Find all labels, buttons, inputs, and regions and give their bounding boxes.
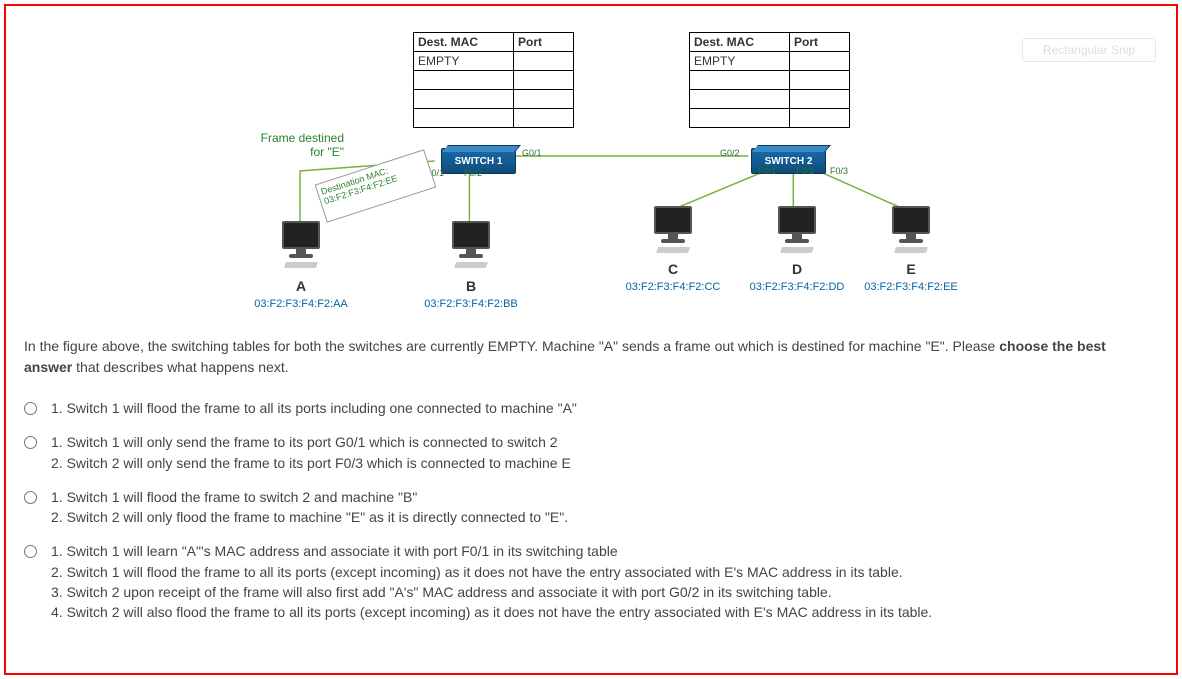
annotation-frame-dest: Frame destined for "E" (254, 131, 344, 159)
host-c-mac: 03:F2:F3:F4:F2:CC (613, 281, 733, 293)
port-s2-f02: F0/2 (796, 166, 814, 176)
th-port: Port (790, 33, 850, 52)
mac-table-switch2: Dest. MACPort EMPTY (689, 32, 850, 128)
host-e-label: E (886, 261, 936, 277)
connection-lines (6, 6, 1176, 326)
frame-callout: Destination MAC: 03:F2:F3:F4:F2:EE (315, 149, 437, 223)
option-4[interactable]: 1. Switch 1 will learn "A"'s MAC address… (24, 534, 1166, 629)
host-a (278, 221, 324, 271)
option-3[interactable]: 1. Switch 1 will flood the frame to swit… (24, 480, 1166, 535)
cell-empty: EMPTY (690, 52, 790, 71)
th-port: Port (514, 33, 574, 52)
answer-options: 1. Switch 1 will flood the frame to all … (6, 386, 1176, 635)
host-b-mac: 03:F2:F3:F4:F2:BB (411, 298, 531, 310)
mac-table-switch1: Dest. MACPort EMPTY (413, 32, 574, 128)
option-2[interactable]: 1. Switch 1 will only send the frame to … (24, 425, 1166, 480)
host-c-label: C (648, 261, 698, 277)
question-container: Rectangular Snip Dest. MACPort EMPTY (4, 4, 1178, 675)
host-b (448, 221, 494, 271)
port-s2-g02: G0/2 (720, 148, 740, 158)
th-dest-mac: Dest. MAC (690, 33, 790, 52)
cell-empty: EMPTY (414, 52, 514, 71)
host-d (774, 206, 820, 256)
host-d-mac: 03:F2:F3:F4:F2:DD (737, 281, 857, 293)
host-e (888, 206, 934, 256)
port-s1-g01: G0/1 (522, 148, 542, 158)
option-1[interactable]: 1. Switch 1 will flood the frame to all … (24, 391, 1166, 425)
option-1-radio[interactable] (24, 402, 37, 415)
port-s2-f03: F0/3 (830, 166, 848, 176)
host-d-label: D (772, 261, 822, 277)
th-dest-mac: Dest. MAC (414, 33, 514, 52)
host-a-mac: 03:F2:F3:F4:F2:AA (241, 298, 361, 310)
host-e-mac: 03:F2:F3:F4:F2:EE (851, 281, 971, 293)
network-diagram: Dest. MACPort EMPTY Dest. MACPort EMPTY … (6, 6, 1176, 326)
port-s2-f01: F0/1 (758, 166, 776, 176)
host-a-label: A (276, 278, 326, 294)
option-4-radio[interactable] (24, 545, 37, 558)
host-b-label: B (446, 278, 496, 294)
port-s1-f02: F0/2 (464, 168, 482, 178)
host-c (650, 206, 696, 256)
question-text: In the figure above, the switching table… (6, 326, 1146, 386)
option-3-radio[interactable] (24, 491, 37, 504)
option-2-radio[interactable] (24, 436, 37, 449)
